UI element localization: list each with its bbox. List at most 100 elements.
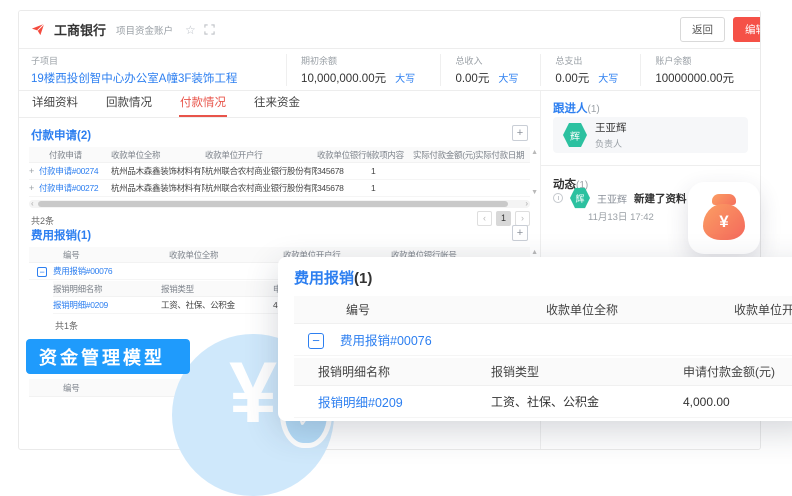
scroll-up-icon[interactable]: ▲ [531,249,538,256]
cell-type: 工资、社保、公积金 [491,393,683,410]
summary-strip: 子项目 19楼西投创智中心办公室A幢3F装饰工程 期初余额 10,000,000… [19,49,760,91]
section-title-text: 费用报销 [294,270,354,287]
expense-popup-card: 费用报销(1) 编号 收款单位全称 收款单位开户行 − 费用报销#00076 报销… [278,257,792,421]
col-header: 款项内容 [371,149,413,161]
star-icon[interactable]: ☆ [185,23,196,37]
field-total-income: 总收入 0.00元大写 [440,54,540,86]
yen-symbol: ¥ [719,212,728,232]
col-header: 报销明细名称 [53,283,161,295]
follower-card[interactable]: 辉 王亚辉 负责人 [553,117,748,153]
col-header: 报销类型 [491,363,683,380]
account-balance-value: 10000000.00元 [655,70,734,86]
activity-item[interactable]: 辉 王亚辉 新建了资料 [553,187,687,209]
cell-account: 345678 [317,166,371,176]
payment-link[interactable]: 付款申请#00274 [39,166,98,176]
clock-icon [553,193,563,203]
col-header: 编号 [29,249,169,261]
popup-table-header: 编号 收款单位全称 收款单位开户行 [294,296,792,324]
avatar: 辉 [563,122,587,148]
activity-action: 新建了资料 [634,191,687,206]
daxie-link[interactable]: 大写 [498,74,518,85]
send-icon [31,22,46,37]
activity-time: 11月13日 17:42 [588,209,654,223]
col-header: 编号 [29,382,179,394]
horizontal-scrollbar[interactable]: ‹ › [29,200,530,208]
add-payment-button[interactable]: + [512,125,528,141]
payment-row[interactable]: + 付款申请#00272 杭州品木森鑫装饰材料有限公司 杭州联合农村商业银行股份有… [29,180,530,197]
scroll-left-icon[interactable]: ‹ [31,200,34,208]
section-title-text: 跟进人 [553,103,588,115]
section-count: (1) [77,230,91,242]
cell-type: 工资、社保、公积金 [161,299,273,311]
col-header: 收款单位全称 [111,149,205,161]
expense-link[interactable]: 费用报销#00076 [340,334,432,348]
prev-page-button[interactable]: ‹ [477,211,492,226]
daxie-link[interactable]: 大写 [598,74,618,85]
collapse-icon[interactable]: − [308,333,324,349]
follower-role: 负责人 [595,137,627,150]
field-value: 0.00元大写 [555,70,626,86]
expand-icon[interactable]: + [29,183,34,193]
tab-current-funds[interactable]: 往来资金 [253,89,301,117]
field-value: 10,000,000.00元大写 [301,70,426,86]
current-page[interactable]: 1 [496,211,511,226]
follower-name: 王亚辉 [595,120,627,135]
cell-company: 杭州品木森鑫装饰材料有限公司 [111,182,205,194]
payment-table-header: 付款申请 收款单位全称 收款单位开户行 收款单位银行帐号 款项内容 实际付款金额… [29,147,530,163]
cell-bank: 杭州联合农村商业银行股份有限公司半山支行 [205,182,317,194]
cell-account: 345678 [317,183,371,193]
edit-button[interactable]: 编辑 [733,17,761,42]
cell-content: 1 [371,166,413,176]
payment-link[interactable]: 付款申请#00272 [39,183,98,193]
scroll-right-icon[interactable]: › [525,200,528,208]
field-label: 子项目 [31,54,272,67]
expense-link[interactable]: 费用报销#00076 [53,266,112,276]
scrollbar-thumb[interactable] [38,201,508,207]
field-label: 总收入 [455,54,526,67]
add-expense-button[interactable]: + [512,225,528,241]
field-label: 总支出 [555,54,626,67]
total-expense-value: 0.00元 [555,73,589,85]
col-header: 付款申请 [29,149,111,161]
top-bar-actions: 返回 编辑 [680,17,748,42]
popup-title: 费用报销(1) [294,267,792,288]
avatar: 辉 [570,187,590,209]
activity-user: 王亚辉 [597,191,627,206]
col-header: 收款单位开户行 [205,149,317,161]
popup-expense-row[interactable]: − 费用报销#00076 [294,324,792,356]
field-account-balance: 账户余额 10000000.00元 [640,54,748,86]
scroll-down-icon[interactable]: ▼ [531,189,538,196]
cell-amount: 4,000.00 [683,395,792,409]
tab-collections[interactable]: 回款情况 [105,89,153,117]
col-header: 报销明细名称 [294,363,491,380]
field-total-expense: 总支出 0.00元大写 [540,54,640,86]
field-subproject: 子项目 19楼西投创智中心办公室A幢3F装饰工程 [31,54,286,86]
field-label: 期初余额 [301,54,426,67]
col-header: 收款单位开户行 [734,301,792,318]
subproject-link[interactable]: 19楼西投创智中心办公室A幢3F装饰工程 [31,70,272,86]
money-bag-icon: ¥ [703,204,745,240]
scroll-up-icon[interactable]: ▲ [531,149,538,156]
back-button[interactable]: 返回 [680,17,725,42]
section-title-text: 费用报销 [31,230,77,242]
follower-section-title: 跟进人(1) [553,99,600,117]
popup-detail-row[interactable]: 报销明细#0209 工资、社保、公积金 4,000.00 [294,386,792,418]
payment-row[interactable]: +付款申请#00274 杭州品木森鑫装饰材料有限公司 杭州联合农村商业银行股份有… [29,163,530,180]
fullscreen-icon[interactable] [204,24,215,35]
tab-payments[interactable]: 付款情况 [179,89,227,117]
detail-link[interactable]: 报销明细#0209 [318,396,403,410]
col-header: 申请付款金额(元) [683,363,792,380]
tab-bar: 详细资料 回款情况 付款情况 往来资金 [19,91,540,118]
col-header: 收款单位全称 [546,301,734,318]
pagination: ‹ 1 › [477,211,530,226]
expense-detail-total: 共1条 [55,319,78,332]
section-count: (1) [354,270,372,287]
detail-link[interactable]: 报销明细#0209 [53,299,161,311]
model-banner: 资金管理模型 [26,339,190,374]
collapse-icon[interactable]: − [37,267,47,277]
next-page-button[interactable]: › [515,211,530,226]
expand-icon[interactable]: + [29,166,34,176]
daxie-link[interactable]: 大写 [395,74,415,85]
money-bag-card[interactable]: ¥ [688,182,760,254]
tab-details[interactable]: 详细资料 [31,89,79,117]
